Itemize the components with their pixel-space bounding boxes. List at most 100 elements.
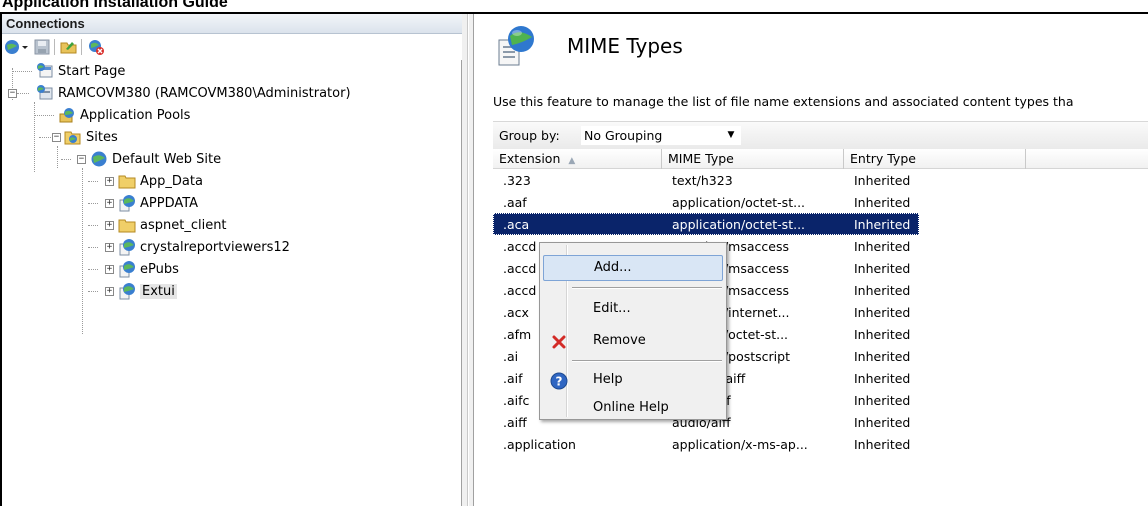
tree-item-label: Extui <box>140 283 177 299</box>
tree-item-label: App_Data <box>140 173 203 189</box>
table-row[interactable]: .323 text/h323 Inherited <box>493 169 1148 191</box>
grid-header: Extension ▲ MIME Type Entry Type <box>493 149 1148 169</box>
save-icon[interactable] <box>33 38 51 56</box>
svg-text:?: ? <box>556 375 563 389</box>
tree-expand-toggle[interactable]: + <box>105 177 114 186</box>
tree-item-default-web-site[interactable]: Default Web Site <box>90 148 221 170</box>
entry-type-cell: Inherited <box>854 327 911 342</box>
tree-item-start-page[interactable]: Start Page <box>36 60 125 82</box>
tree-item-aspnet-client[interactable]: aspnet_client <box>118 214 227 236</box>
entry-type-cell: Inherited <box>854 195 911 210</box>
tree-item-server[interactable]: RAMCOVM380 (RAMCOVM380\Administrator) <box>36 82 351 104</box>
tree-item-appdata[interactable]: APPDATA <box>118 192 198 214</box>
tree-item-label: APPDATA <box>140 195 199 211</box>
tree-connector <box>82 168 83 334</box>
entry-type-cell: Inherited <box>854 261 911 276</box>
globe-icon <box>91 151 107 167</box>
menu-item-add[interactable]: Add... <box>543 255 723 281</box>
tree-item-app-data[interactable]: App_Data <box>118 170 203 192</box>
connect-globe-icon[interactable] <box>4 38 22 56</box>
entry-type-cell: Inherited <box>854 305 911 320</box>
tree-item-epubs[interactable]: ePubs <box>118 258 179 280</box>
column-header-mime-type[interactable]: MIME Type <box>662 149 844 169</box>
web-app-icon <box>119 239 135 256</box>
entry-type-cell: Inherited <box>854 239 911 254</box>
tree-item-label: Start Page <box>58 63 126 79</box>
tree-connector <box>34 102 35 172</box>
tree-connector <box>88 181 98 182</box>
tree-item-extui[interactable]: Extui <box>118 280 177 302</box>
folder-icon <box>118 219 136 233</box>
start-page-icon <box>37 63 53 78</box>
group-by-value: No Grouping <box>584 128 663 143</box>
tree-item-label: aspnet_client <box>140 217 227 233</box>
open-folder-icon[interactable] <box>60 38 78 56</box>
tree-connector <box>34 115 54 116</box>
tree-item-application-pools[interactable]: Application Pools <box>58 104 190 126</box>
mime-type-cell: text/h323 <box>672 173 733 188</box>
tree-collapse-toggle[interactable]: − <box>52 133 61 142</box>
chevron-down-icon[interactable]: ▼ <box>724 127 738 144</box>
menu-item-label: Edit... <box>593 301 631 316</box>
menu-item-help[interactable]: ? Help <box>543 368 723 394</box>
tree-collapse-toggle[interactable]: − <box>8 89 17 98</box>
document-title: Application Installation Guide <box>2 0 228 11</box>
entry-type-cell: Inherited <box>854 371 911 386</box>
tree-collapse-toggle[interactable]: − <box>77 155 86 164</box>
table-row[interactable]: .aaf application/octet-st... Inherited <box>493 191 1148 213</box>
entry-type-cell: Inherited <box>854 217 911 232</box>
folder-icon <box>118 175 136 189</box>
help-icon: ? <box>550 372 568 390</box>
app-pools-icon <box>59 108 74 123</box>
extension-cell: .aca <box>503 217 530 232</box>
connections-header: Connections <box>2 14 462 34</box>
tree-item-sites[interactable]: Sites <box>64 126 118 148</box>
tree-connector <box>39 137 51 138</box>
mime-type-cell: application/octet-st... <box>672 217 806 232</box>
pane-splitter[interactable] <box>462 14 474 506</box>
splitter-grip <box>467 14 469 506</box>
tree-connector <box>12 71 32 72</box>
menu-separator <box>572 360 722 362</box>
entry-type-cell: Inherited <box>854 415 911 430</box>
toolbar-separator <box>54 39 55 55</box>
column-header-entry-type[interactable]: Entry Type <box>844 149 1026 169</box>
tree-item-crystalreportviewers12[interactable]: crystalreportviewers12 <box>118 236 290 258</box>
tree-connector <box>88 203 98 204</box>
tree-item-label: ePubs <box>140 261 179 277</box>
extension-cell: .323 <box>503 173 531 188</box>
remove-x-icon <box>552 335 566 349</box>
menu-separator <box>572 287 722 289</box>
tree-connector <box>57 146 58 168</box>
entry-type-cell: Inherited <box>854 437 911 452</box>
menu-item-edit[interactable]: Edit... <box>543 297 723 323</box>
group-by-dropdown[interactable]: No Grouping ▼ <box>581 126 741 145</box>
tree-item-label: crystalreportviewers12 <box>140 239 290 255</box>
document-header: Application Installation Guide <box>0 0 1148 12</box>
tree-expand-toggle[interactable]: + <box>105 243 114 252</box>
menu-item-remove[interactable]: Remove <box>543 329 723 355</box>
tree-item-label: RAMCOVM380 (RAMCOVM380\Administrator) <box>58 85 351 101</box>
dropdown-arrow-icon[interactable] <box>21 38 29 56</box>
tree-expand-toggle[interactable]: + <box>105 287 114 296</box>
connections-title: Connections <box>6 16 85 31</box>
tree-expand-toggle[interactable]: + <box>105 199 114 208</box>
tree-connector <box>17 93 29 94</box>
context-menu: Add... Edit... Remove ? Help Online Help <box>539 242 727 420</box>
sites-folder-icon <box>64 131 81 145</box>
connections-tree: − − − + + + + + + Start Page RAMCOVM380 … <box>2 60 462 506</box>
table-row[interactable]: .application application/x-ms-ap... Inhe… <box>493 433 1148 455</box>
sort-ascending-icon: ▲ <box>568 156 576 166</box>
connections-pane: Connections − − − + + + + + + Start Page… <box>2 14 462 506</box>
tree-expand-toggle[interactable]: + <box>105 265 114 274</box>
table-row-selected[interactable]: .aca application/octet-st... Inherited <box>493 213 919 235</box>
mime-type-cell: application/x-ms-ap... <box>672 437 808 452</box>
menu-item-online-help[interactable]: Online Help <box>543 400 723 420</box>
entry-type-cell: Inherited <box>854 393 911 408</box>
server-icon <box>37 85 53 100</box>
tree-expand-toggle[interactable]: + <box>105 221 114 230</box>
column-header-extension[interactable]: Extension ▲ <box>493 149 662 169</box>
disconnect-icon[interactable] <box>87 38 105 56</box>
toolbar-separator <box>81 39 82 55</box>
menu-item-label: Remove <box>593 333 646 348</box>
